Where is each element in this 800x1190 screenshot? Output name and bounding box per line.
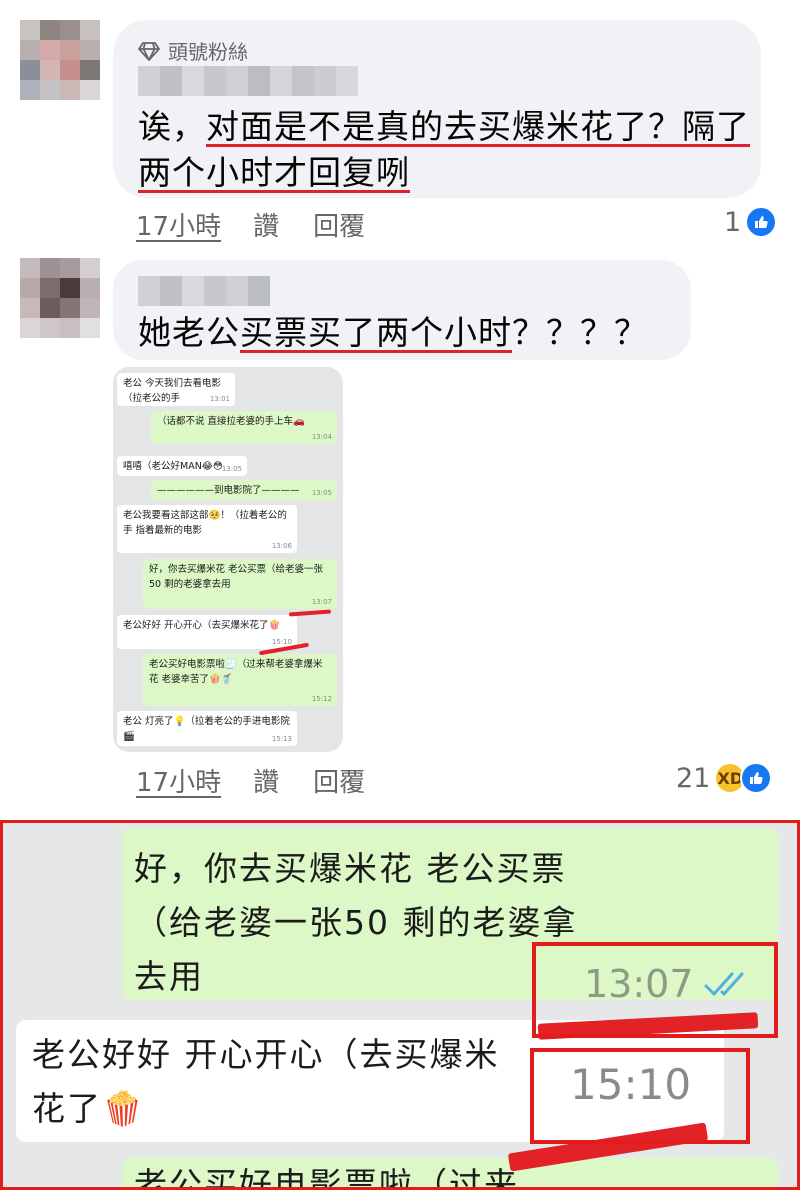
badge-label: 頭號粉絲 <box>168 40 248 64</box>
avatar[interactable] <box>20 20 100 100</box>
top-fan-badge: 頭號粉絲 <box>138 36 248 65</box>
zoomed-chat-crop: 好，你去买爆米花 老公买票（给老婆一张50 剩的老婆拿去用 13:07 老公好好… <box>2 822 798 1188</box>
blurred-username[interactable] <box>138 66 358 96</box>
chat-message-text: （话都不说 直接拉老婆的手上车🚗 <box>157 416 305 427</box>
comment-text: 她老公买票买了两个小时？？？？ <box>138 310 683 356</box>
chat-message: 老公 今天我们去看电影（拉老公的手 13:01 <box>117 373 235 406</box>
chat-time: 13:05 <box>221 465 242 473</box>
chat-message: 老公好好 开心开心（去买爆米花了🍿 15:10 <box>117 615 297 649</box>
chat-message-text: 老公 灯亮了💡（拉着老公的手进电影院🎬 <box>123 716 290 742</box>
comment-time-link[interactable]: 17小時 <box>136 762 221 799</box>
chat-message: 嘻嘻（老公好MAN😂😳 13:05 <box>117 456 247 476</box>
comment-text-lead: 诶， <box>138 107 206 146</box>
chat-message-text: 好，你去买爆米花 老公买票（给老婆一张50 剩的老婆拿去用 <box>149 564 324 590</box>
chat-message: 老公我要看这部这部🥺！（拉着老公的手 指着最新的电影 13:06 <box>117 505 297 553</box>
comment-text-underlined: 对面是不是真的去买爆米花了？隔了两个小时才回复咧 <box>138 107 750 192</box>
chat-time: 13:01 <box>209 395 230 403</box>
highlight-box <box>532 942 778 1038</box>
comment-actions: 17小時 讚 回覆 <box>136 762 365 799</box>
chat-message-text: 老公好好 开心开心（去买爆米花了🍿 <box>123 620 281 631</box>
chat-message-text: ——————到电影院了———— <box>157 485 300 496</box>
red-annotation-stroke <box>288 609 332 617</box>
chat-message-text: 老公我要看这部这部🥺！（拉着老公的手 指着最新的电影 <box>123 510 287 536</box>
reaction-count: 1 <box>724 206 742 238</box>
like-icon <box>740 762 773 794</box>
reply-button[interactable]: 回覆 <box>313 206 365 243</box>
chat-message: ——————到电影院了———— 13:05 <box>151 480 337 500</box>
reply-button[interactable]: 回覆 <box>313 762 365 799</box>
chat-message-text: 老公买好电影票啦🧾（过来帮老婆拿爆米花 老婆幸苦了🍿🥤 <box>149 659 323 685</box>
reaction-summary[interactable]: 21 XD <box>676 762 773 794</box>
reaction-count: 21 <box>676 762 711 794</box>
comment-text: 诶，对面是不是真的去买爆米花了？隔了两个小时才回复咧 <box>138 104 753 196</box>
comment-text-tail: ？？？？ <box>512 313 648 352</box>
like-button[interactable]: 讚 <box>253 762 279 799</box>
highlight-box <box>530 1048 750 1144</box>
comment-actions: 17小時 讚 回覆 <box>136 206 365 243</box>
chat-time: 15:12 <box>311 695 332 703</box>
chat-screenshot-image[interactable]: 老公 今天我们去看电影（拉老公的手 13:01 （话都不说 直接拉老婆的手上车🚗 1… <box>113 367 343 752</box>
zoom-incoming-text: 老公好好 开心开心（去买爆米花了🍿 <box>32 1035 500 1128</box>
chat-message-text: 嘻嘻（老公好MAN😂😳 <box>123 461 223 472</box>
zoom-outgoing-text: 好，你去买爆米花 老公买票（给老婆一张50 剩的老婆拿去用 <box>134 849 578 996</box>
blurred-username[interactable] <box>138 276 270 306</box>
chat-message: 好，你去买爆米花 老公买票（给老婆一张50 剩的老婆拿去用 13:07 <box>143 559 337 609</box>
diamond-icon <box>138 41 160 61</box>
like-icon <box>745 206 778 238</box>
chat-message: 老公 灯亮了💡（拉着老公的手进电影院🎬 15:13 <box>117 711 297 746</box>
chat-message: 老公买好电影票啦🧾（过来帮老婆拿爆米花 老婆幸苦了🍿🥤 15:12 <box>143 654 337 706</box>
chat-message: （话都不说 直接拉老婆的手上车🚗 13:04 <box>151 411 337 444</box>
chat-time: 13:05 <box>311 489 332 497</box>
comment-time-link[interactable]: 17小時 <box>136 206 221 243</box>
chat-time: 13:07 <box>311 598 332 606</box>
comment-text-lead: 她老公 <box>138 313 240 352</box>
comment-text-underlined: 买票买了两个小时 <box>240 313 512 352</box>
chat-time: 13:06 <box>271 542 292 550</box>
zoom-partial-text: 老公买好电影票啦（过来 <box>134 1165 519 1188</box>
like-button[interactable]: 讚 <box>253 206 279 243</box>
reaction-summary[interactable]: 1 <box>724 206 778 238</box>
chat-time: 15:13 <box>271 735 292 743</box>
avatar[interactable] <box>20 258 100 338</box>
chat-message-text: 老公 今天我们去看电影（拉老公的手 <box>123 378 222 404</box>
chat-time: 13:04 <box>311 433 332 441</box>
